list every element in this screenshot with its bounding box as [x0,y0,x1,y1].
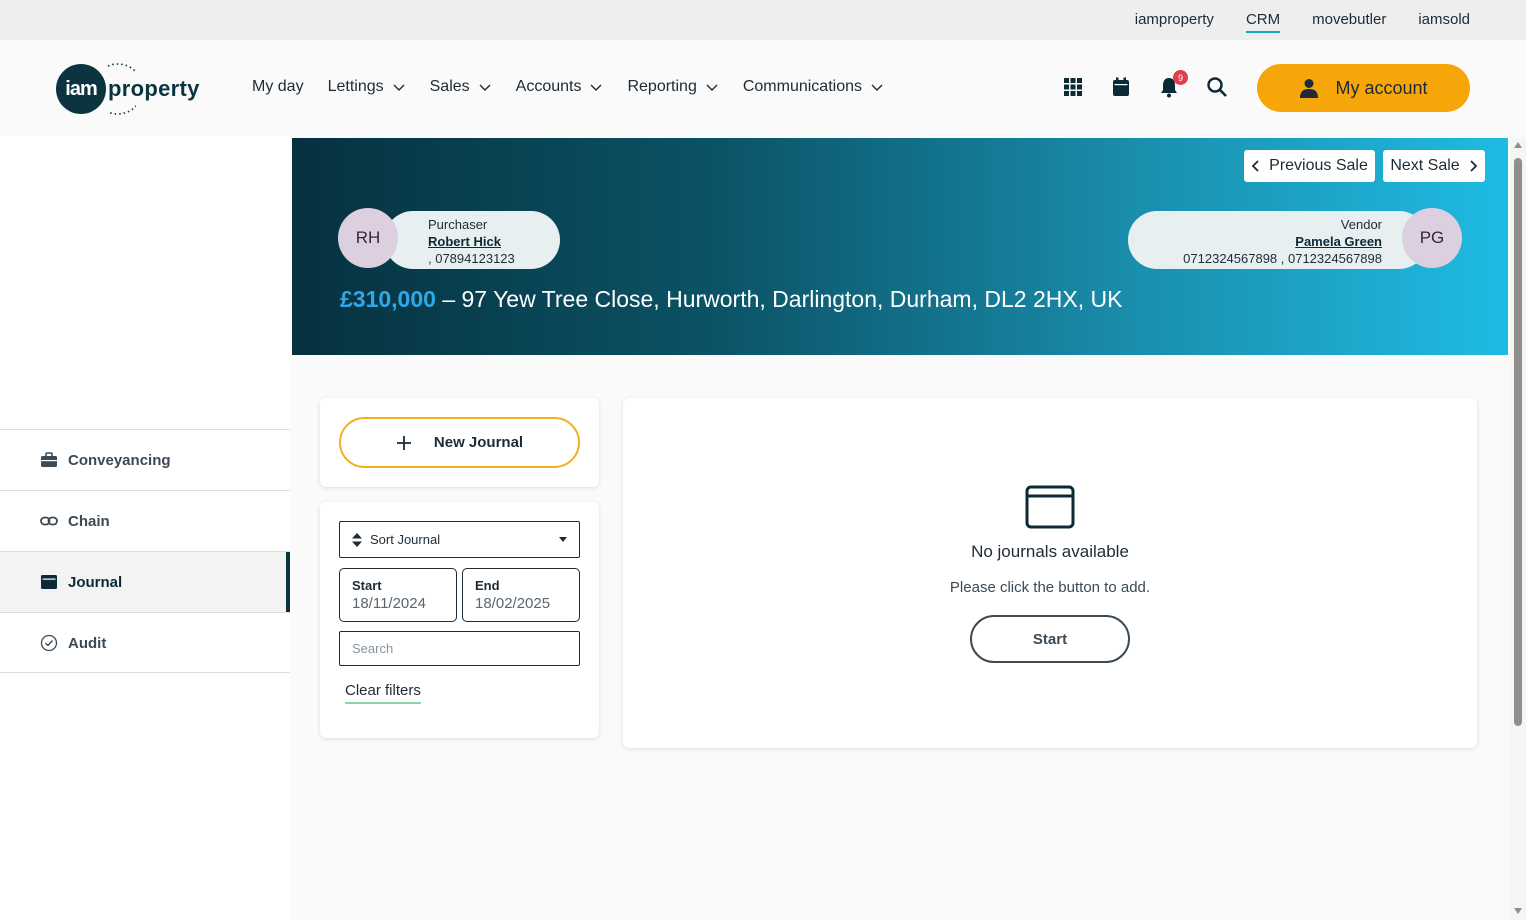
link-icon [40,516,58,526]
sidebar-item-label: Chain [68,512,110,530]
sidebar-item-journal[interactable]: Journal [0,551,290,612]
toplink-crm[interactable]: CRM [1245,11,1281,33]
logo-dots-icon [107,63,136,115]
vendor-phone: 0712324567898 , 0712324567898 [1183,251,1382,266]
sidebar: Conveyancing Chain Journal Audit [0,136,290,920]
logo[interactable]: iam property [56,63,200,115]
scroll-thumb[interactable] [1514,158,1522,726]
purchaser-role: Purchaser [428,217,488,232]
toplink-iamproperty[interactable]: iamproperty [1135,11,1214,33]
my-account-label: My account [1335,77,1428,98]
main-nav: My day Lettings Sales Accounts Reporting… [252,78,884,96]
notification-badge: 9 [1173,70,1188,85]
top-links-bar: iamproperty CRM movebutler iamsold [0,0,1526,40]
nav-label: My day [252,78,304,95]
purchaser-card: Purchaser Robert Hick , 07894123123 RH [338,208,560,269]
briefcase-icon [41,452,57,467]
new-journal-card: New Journal [320,398,599,487]
new-journal-label: New Journal [433,434,524,451]
end-date-value: 18/02/2025 [475,595,551,612]
main-header: iam property My day Lettings Sales Accou… [0,40,1526,136]
chevron-down-icon [871,84,883,91]
nav-label: Sales [429,78,470,95]
vendor-card: Vendor Pamela Green 0712324567898 , 0712… [1128,208,1464,269]
caret-down-icon [559,537,567,542]
sidebar-item-label: Conveyancing [68,451,171,469]
next-sale-button[interactable]: Next Sale [1383,150,1485,182]
sidebar-divider [0,672,290,673]
vendor-name-link[interactable]: Pamela Green [1128,233,1382,250]
scroll-up-icon[interactable] [1514,142,1522,148]
nav-my-day[interactable]: My day [252,78,304,96]
nav-reporting[interactable]: Reporting [627,78,718,96]
vendor-avatar: PG [1402,208,1462,268]
start-journal-button[interactable]: Start [970,615,1130,663]
vendor-role: Vendor [1340,217,1382,232]
check-circle-icon [40,634,58,652]
user-icon [1300,79,1319,98]
toplink-movebutler[interactable]: movebutler [1312,11,1386,33]
purchaser-pill: Purchaser Robert Hick , 07894123123 [384,211,560,269]
purchaser-phone: , 07894123123 [428,251,515,266]
chevron-down-icon [706,84,718,91]
nav-label: Accounts [515,78,582,95]
empty-state-subtitle: Please click the button to add. [949,579,1151,596]
search-input[interactable]: Search [339,631,580,666]
nav-label: Lettings [327,78,384,95]
nav-lettings[interactable]: Lettings [328,78,406,96]
chevron-down-icon [590,84,602,91]
sidebar-item-label: Journal [68,573,123,591]
scroll-down-icon[interactable] [1514,908,1522,914]
sidebar-item-conveyancing[interactable]: Conveyancing [0,429,290,490]
journal-icon [41,575,57,589]
apps-grid-icon[interactable] [1062,76,1084,98]
browser-window-icon [1025,485,1075,529]
page-scrollbar[interactable] [1510,138,1526,920]
previous-sale-label: Previous Sale [1269,157,1368,174]
header-icons: 9 [1062,70,1228,98]
calendar-icon[interactable] [1110,76,1132,98]
start-date-field[interactable]: Start 18/11/2024 [339,568,457,622]
nav-label: Reporting [627,78,697,95]
purchaser-name-link[interactable]: Robert Hick [428,233,560,250]
start-date-value: 18/11/2024 [352,595,426,612]
end-date-label: End [475,578,500,593]
sort-journal-select[interactable]: Sort Journal [339,521,580,558]
nav-label: Communications [742,78,862,95]
chevron-right-icon [1470,160,1477,172]
next-sale-label: Next Sale [1390,157,1460,174]
journal-list-panel: No journals available Please click the b… [623,398,1477,748]
notifications-button[interactable]: 9 [1158,70,1188,98]
sidebar-item-chain[interactable]: Chain [0,490,290,551]
search-icon[interactable] [1206,76,1228,98]
nav-communications[interactable]: Communications [743,78,884,96]
sidebar-item-audit[interactable]: Audit [0,612,290,673]
chevron-left-icon [1251,160,1259,172]
property-title: £310,000 – 97 Yew Tree Close, Hurworth, … [340,286,1122,313]
property-address: – 97 Yew Tree Close, Hurworth, Darlingto… [435,286,1123,312]
my-account-button[interactable]: My account [1257,64,1470,112]
end-date-field[interactable]: End 18/02/2025 [462,568,580,622]
vendor-pill: Vendor Pamela Green 0712324567898 , 0712… [1128,211,1428,269]
chevron-down-icon [479,84,491,91]
property-price: £310,000 [340,286,436,312]
empty-state-title: No journals available [971,542,1129,561]
nav-sales[interactable]: Sales [430,78,492,96]
sale-banner: Previous Sale Next Sale Purchaser Robert… [292,138,1508,355]
clear-filters-link[interactable]: Clear filters [345,682,421,704]
plus-icon [396,435,411,450]
nav-accounts[interactable]: Accounts [516,78,604,96]
filter-card: Sort Journal Start 18/11/2024 End 18/02/… [320,502,599,738]
sidebar-item-label: Audit [68,634,107,652]
sort-journal-label: Sort Journal [370,532,441,547]
chevron-down-icon [393,84,405,91]
purchaser-avatar: RH [338,208,398,268]
start-date-label: Start [352,578,382,593]
previous-sale-button[interactable]: Previous Sale [1244,150,1375,182]
toplink-iamsold[interactable]: iamsold [1418,11,1470,33]
new-journal-button[interactable]: New Journal [339,417,580,468]
sort-icon [352,532,362,547]
